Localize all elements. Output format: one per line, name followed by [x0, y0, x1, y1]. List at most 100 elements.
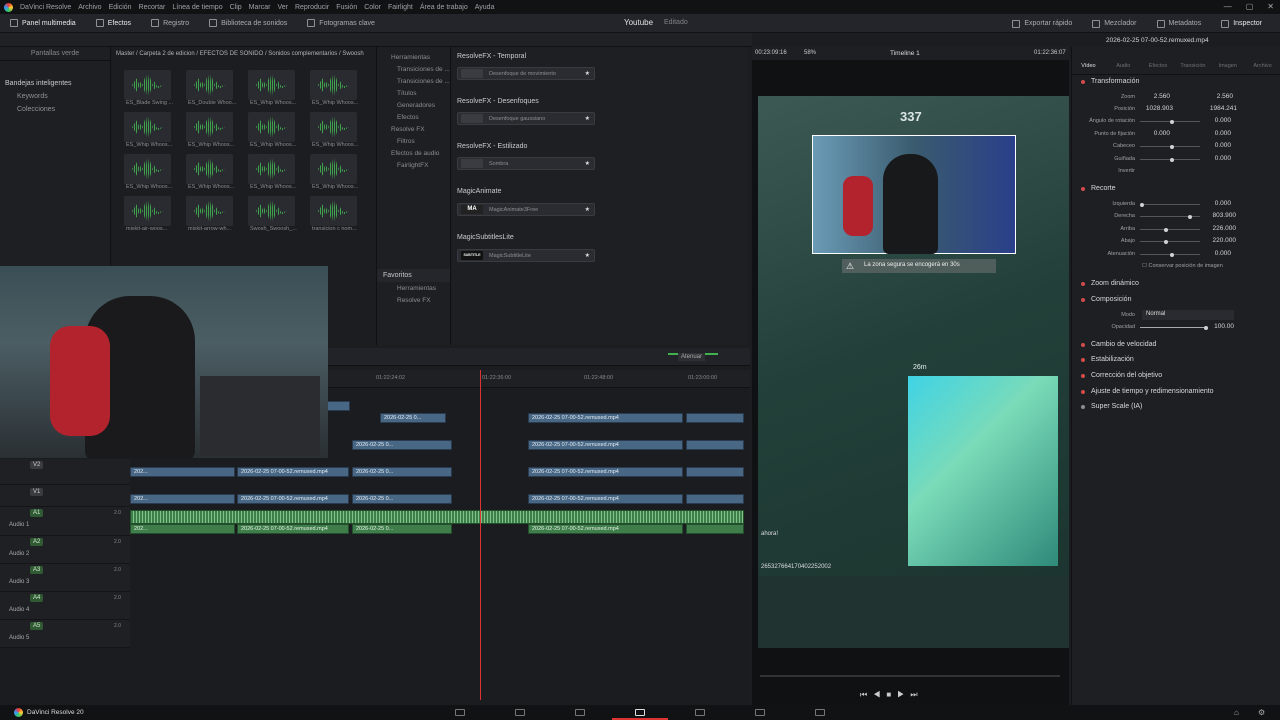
sound-clip-thumb[interactable] — [124, 196, 171, 226]
sound-clip-thumb[interactable] — [124, 154, 171, 184]
yaw-field[interactable]: 0.000 — [1201, 155, 1231, 162]
crop-section[interactable]: Recorte — [1081, 185, 1116, 192]
crop-left-field[interactable]: 0.000 — [1201, 200, 1231, 207]
video-clip[interactable]: 2026-02-25 07-00-52.remuxed.mp4 — [237, 467, 349, 477]
video-clip[interactable] — [686, 494, 744, 504]
media-page-icon[interactable] — [455, 709, 465, 716]
audio-clip[interactable] — [686, 524, 744, 534]
anchor-x-field[interactable]: 0.000 — [1140, 130, 1170, 137]
yaw-slider[interactable] — [1140, 157, 1200, 162]
crop-soft-slider[interactable] — [1140, 252, 1200, 257]
cut-page-icon[interactable] — [515, 709, 525, 716]
track-header-a3[interactable]: A3 Audio 3 2.0 — [0, 564, 130, 592]
edit-page-icon[interactable] — [575, 709, 585, 716]
fav-resolve-fx[interactable]: Resolve FX — [377, 294, 450, 306]
star-icon[interactable]: ★ — [585, 160, 594, 167]
video-clip[interactable]: 2026-02-25 0... — [352, 494, 452, 504]
fx-item[interactable]: Desenfoque gaussiano ★ — [457, 112, 595, 125]
collections-bin[interactable]: Colecciones — [0, 103, 110, 116]
retain-image-checkbox[interactable]: ☐ Conservar posición de imagen — [1142, 263, 1223, 269]
sound-clip-thumb[interactable] — [186, 70, 233, 100]
keywords-bin[interactable]: Keywords — [0, 90, 110, 103]
menu-fusion[interactable]: Fusión — [336, 4, 357, 11]
video-clip[interactable] — [686, 413, 744, 423]
track-header-a4[interactable]: A4 Audio 4 2.0 — [0, 592, 130, 620]
position-x-field[interactable]: 1028.903 — [1143, 105, 1173, 112]
audio-clip[interactable]: 2026-02-25 0... — [352, 524, 452, 534]
fusion-page-icon[interactable] — [635, 709, 645, 716]
anchor-y-field[interactable]: 0.000 — [1201, 130, 1231, 137]
tree-fairlight-fx[interactable]: FairlightFX — [377, 159, 450, 171]
audio-clip[interactable]: 2026-02-25 07-00-52.remuxed.mp4 — [237, 524, 349, 534]
sound-clip-thumb[interactable] — [310, 196, 357, 226]
metadata-button[interactable]: Metadatos — [1147, 14, 1212, 33]
sound-clip-thumb[interactable] — [248, 154, 295, 184]
rotation-field[interactable]: 0.000 — [1201, 117, 1231, 124]
track-header-v1[interactable]: V1 — [0, 485, 130, 507]
audio-clip[interactable]: 202... — [130, 524, 235, 534]
opacity-slider[interactable] — [1140, 325, 1208, 330]
maximize-icon[interactable]: ▢ — [1246, 2, 1254, 11]
color-page-icon[interactable] — [695, 709, 705, 716]
sound-clip-thumb[interactable] — [248, 196, 295, 226]
tab-video[interactable]: Vídeo — [1071, 49, 1106, 74]
sound-clip-thumb[interactable] — [186, 196, 233, 226]
sound-clip-thumb[interactable] — [124, 70, 171, 100]
lens-correction-section[interactable]: Corrección del objetivo — [1081, 372, 1162, 379]
tree-resolve-fx[interactable]: Resolve FX — [377, 123, 450, 135]
fav-toolbox[interactable]: Herramientas — [377, 282, 450, 294]
pitch-field[interactable]: 0.000 — [1201, 142, 1231, 149]
sound-clip-thumb[interactable] — [124, 112, 171, 142]
track-header-a2[interactable]: A2 Audio 2 2.0 — [0, 536, 130, 564]
enable-dot-icon[interactable] — [1081, 79, 1085, 84]
track-header-a1[interactable]: A1 Audio 1 2.0 — [0, 507, 130, 536]
menu-workspace[interactable]: Área de trabajo — [420, 4, 468, 11]
video-clip[interactable]: 202... — [130, 467, 235, 477]
enable-dot-icon[interactable] — [1081, 297, 1085, 302]
sound-clip-thumb[interactable] — [186, 112, 233, 142]
track-header-a5[interactable]: A5 Audio 5 2.0 — [0, 620, 130, 648]
tab-file[interactable]: Archivo — [1245, 49, 1280, 74]
enable-dot-icon[interactable] — [1081, 281, 1085, 286]
enable-dot-icon[interactable] — [1081, 357, 1085, 362]
skip-back-icon[interactable]: ⏮ — [860, 690, 873, 699]
mute-button[interactable]: Atenuar — [678, 353, 706, 361]
menu-edit[interactable]: Edición — [109, 4, 132, 11]
enable-dot-icon[interactable] — [1081, 342, 1085, 347]
track-header-v2[interactable]: V2 — [0, 459, 130, 485]
crop-top-slider[interactable] — [1140, 227, 1200, 232]
fx-item[interactable]: Sombra ★ — [457, 157, 595, 170]
menu-timeline[interactable]: Línea de tiempo — [172, 4, 222, 11]
deliver-page-icon[interactable] — [815, 709, 825, 716]
enable-dot-icon[interactable] — [1081, 389, 1085, 394]
menu-view[interactable]: Ver — [277, 4, 288, 11]
sound-clip-thumb[interactable] — [186, 154, 233, 184]
composite-section[interactable]: Composición — [1081, 296, 1131, 303]
crop-right-slider[interactable] — [1140, 214, 1200, 219]
menu-fairlight[interactable]: Fairlight — [388, 4, 413, 11]
video-clip[interactable]: 2026-02-25 07-00-52.remuxed.mp4 — [237, 494, 349, 504]
home-icon[interactable]: ⌂ — [1234, 708, 1239, 717]
video-clip[interactable]: 2026-02-25 07-00-52.remuxed.mp4 — [528, 494, 683, 504]
sound-clip-thumb[interactable] — [310, 70, 357, 100]
crop-right-field[interactable]: 803.900 — [1206, 212, 1237, 219]
enable-dot-icon[interactable] — [1081, 373, 1085, 378]
tree-generators[interactable]: Generadores — [377, 99, 450, 111]
audio-clip[interactable]: 2026-02-25 07-00-52.remuxed.mp4 — [528, 524, 683, 534]
star-icon[interactable]: ★ — [585, 206, 594, 213]
video-clip[interactable] — [686, 440, 744, 450]
viewer-scrubber[interactable] — [760, 675, 1060, 677]
position-y-field[interactable]: 1984.241 — [1207, 105, 1237, 112]
crop-soft-field[interactable]: 0.000 — [1201, 250, 1231, 257]
timeline-name[interactable]: Timeline 1 — [890, 50, 920, 57]
tree-effects[interactable]: Efectos — [377, 111, 450, 123]
index-button[interactable]: Registro — [141, 14, 199, 33]
bin-header[interactable]: Pantallas verde — [0, 47, 110, 61]
speed-change-section[interactable]: Cambio de velocidad — [1081, 341, 1156, 348]
video-clip[interactable]: 2026-02-25 0... — [380, 413, 446, 423]
star-icon[interactable]: ★ — [585, 70, 594, 77]
crop-bottom-slider[interactable] — [1140, 239, 1200, 244]
sound-clip-thumb[interactable] — [310, 154, 357, 184]
close-icon[interactable]: ✕ — [1267, 2, 1274, 11]
pitch-slider[interactable] — [1140, 144, 1200, 149]
